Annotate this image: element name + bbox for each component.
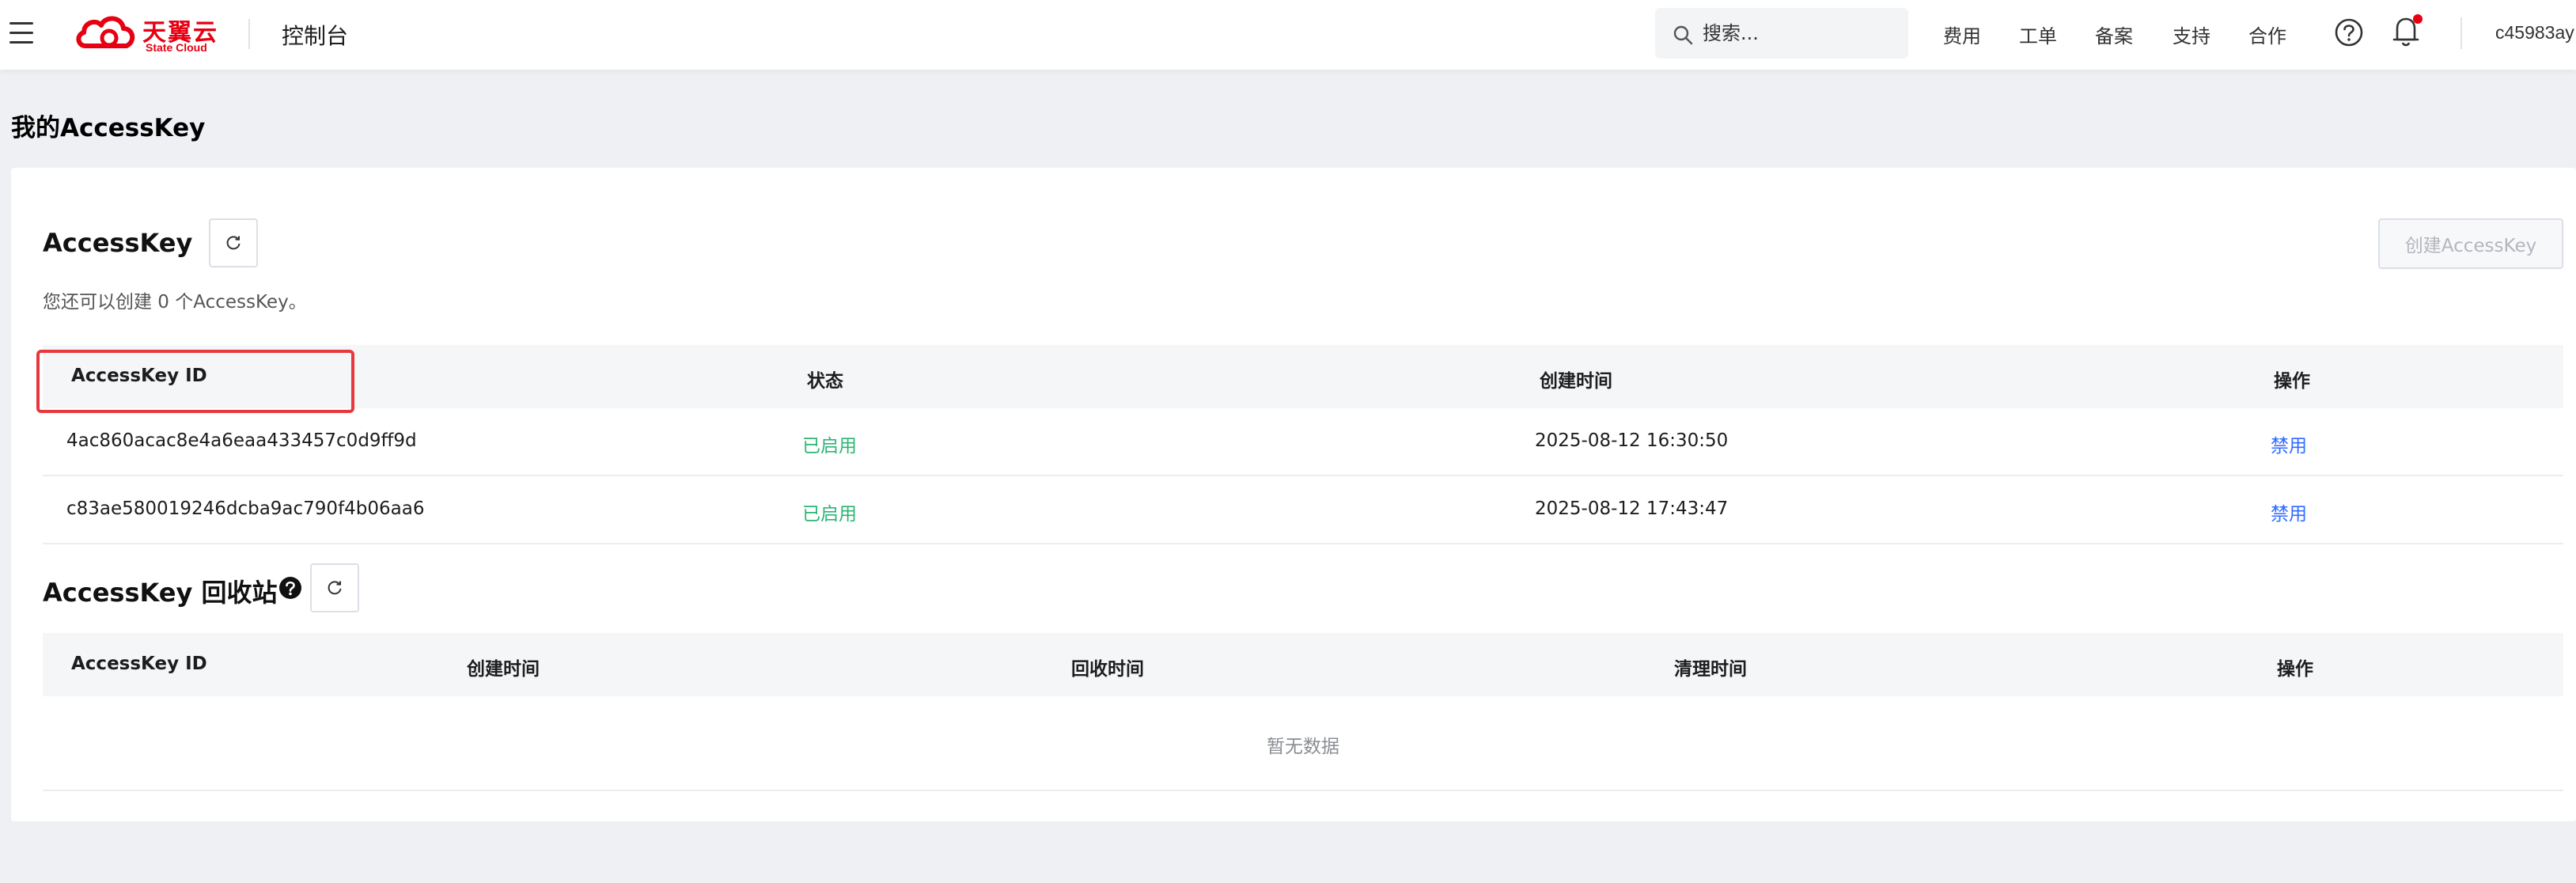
logo-subtext: State Cloud	[146, 41, 207, 54]
disable-link[interactable]: 禁用	[2271, 430, 2307, 457]
highlight-box	[36, 350, 354, 413]
search-icon	[1673, 25, 1693, 45]
empty-state: 暂无数据	[43, 696, 2563, 791]
accesskey-id: 4ac860acac8e4a6eaa433457c0d9ff9d	[66, 430, 417, 451]
cloud-logo-icon	[76, 16, 135, 48]
nav-support[interactable]: 支持	[2173, 21, 2210, 48]
help-icon[interactable]	[278, 576, 302, 600]
notification-dot	[2413, 14, 2423, 24]
table-row: c83ae580019246dcba9ac790f4b06aa6 已启用 202…	[43, 476, 2563, 544]
column-header: 创建时间	[1540, 371, 1612, 392]
refresh-icon	[226, 236, 241, 250]
status-badge: 已启用	[802, 504, 857, 525]
menu-icon[interactable]	[9, 22, 35, 46]
status-badge: 已启用	[802, 436, 857, 457]
accesskey-card: AccessKey 创建AccessKey 您还可以创建 0 个AccessKe…	[11, 168, 2576, 821]
search-input[interactable]	[1703, 19, 1892, 47]
accesskey-section-title: AccessKey	[43, 228, 193, 258]
column-header: 操作	[2274, 371, 2310, 392]
table-row: 4ac860acac8e4a6eaa433457c0d9ff9d 已启用 202…	[43, 408, 2563, 476]
accesskey-table-header: AccessKey ID 状态 创建时间 操作	[43, 345, 2563, 408]
column-header: 清理时间	[1674, 659, 1747, 680]
refresh-button[interactable]	[310, 563, 359, 612]
empty-text: 暂无数据	[1267, 737, 1339, 757]
column-header: 状态	[807, 371, 843, 392]
column-header: AccessKey ID	[71, 654, 207, 674]
column-header: 创建时间	[467, 659, 540, 680]
recycle-section-title: AccessKey 回收站	[43, 578, 278, 608]
user-account[interactable]: c45983ay	[2495, 22, 2574, 44]
create-accesskey-button[interactable]: 创建AccessKey	[2378, 218, 2563, 269]
nav-billing[interactable]: 费用	[1943, 21, 1981, 48]
divider	[248, 19, 250, 49]
nav-tickets[interactable]: 工单	[2019, 21, 2057, 48]
console-title[interactable]: 控制台	[282, 19, 348, 51]
created-time: 2025-08-12 16:30:50	[1535, 430, 1729, 451]
logo[interactable]: 天翼云 State Cloud	[74, 11, 222, 55]
refresh-icon	[328, 581, 342, 595]
nav-filing[interactable]: 备案	[2095, 21, 2133, 48]
page-title: 我的AccessKey	[11, 114, 206, 142]
created-time: 2025-08-12 17:43:47	[1535, 498, 1729, 519]
divider	[2460, 17, 2462, 49]
refresh-button[interactable]	[209, 218, 258, 267]
quota-hint: 您还可以创建 0 个AccessKey。	[43, 292, 307, 313]
help-circle-icon[interactable]	[2334, 17, 2364, 47]
search-box[interactable]	[1655, 8, 1908, 59]
nav-partners[interactable]: 合作	[2248, 21, 2286, 48]
disable-link[interactable]: 禁用	[2271, 498, 2307, 525]
column-header: 操作	[2277, 659, 2313, 680]
column-header: 回收时间	[1071, 659, 1144, 680]
top-navbar: 天翼云 State Cloud 控制台 费用 工单 备案 支持 合作 c4598…	[0, 0, 2576, 70]
accesskey-id: c83ae580019246dcba9ac790f4b06aa6	[66, 498, 425, 519]
recycle-table-header: AccessKey ID 创建时间 回收时间 清理时间 操作	[43, 633, 2563, 696]
